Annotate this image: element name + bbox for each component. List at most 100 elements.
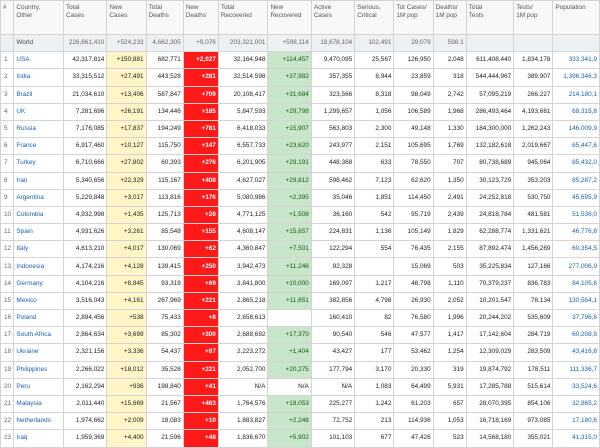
population-link[interactable]: 130,564,1 — [569, 297, 597, 304]
column-header[interactable]: New Deaths — [182, 0, 219, 35]
column-header[interactable]: Active Cases — [310, 0, 356, 35]
column-header[interactable]: Deaths/1M pop — [432, 0, 467, 35]
cell-deaths-1m: 1,330 — [432, 119, 467, 139]
country-link[interactable]: Brazil — [16, 91, 32, 98]
country-link[interactable]: Philippines — [16, 366, 47, 373]
column-header[interactable]: Total Cases — [62, 0, 108, 35]
country-link[interactable]: Netherlands — [16, 417, 50, 424]
cell-total-deaths: 115,750 — [145, 137, 184, 156]
cell-num: 8 — [0, 171, 15, 190]
cell-new-cases: +3,699 — [106, 326, 147, 345]
column-header[interactable]: Total Deaths — [145, 0, 184, 35]
cell-tests-1m: 481,581 — [513, 205, 554, 225]
country-link[interactable]: Spain — [16, 228, 32, 235]
cell-total-recovered: 2,688,692 — [217, 326, 269, 345]
cell-new-deaths: +276 — [182, 154, 219, 173]
population-link[interactable]: 33,524,6 — [572, 383, 597, 390]
population-link[interactable]: 214,180,1 — [569, 91, 597, 98]
population-link[interactable]: 17,180,6 — [572, 417, 597, 424]
cell-active: 323,566 — [310, 85, 356, 104]
population-link[interactable]: 277,006,9 — [569, 263, 597, 270]
population-link[interactable]: 333,341,9 — [569, 56, 597, 63]
country-link[interactable]: Iraq — [16, 434, 27, 441]
cell-deaths-1m: 503 — [432, 257, 467, 276]
cell-new-cases: +4,400 — [106, 429, 147, 448]
cell-total-cases: 6,710,666 — [62, 154, 108, 173]
column-header[interactable]: Total Tests — [465, 0, 515, 35]
cell-new-recovered: +15,907 — [267, 119, 312, 139]
population-link[interactable]: 41,315,0 — [572, 434, 597, 441]
cell-total-recovered: 4,608,147 — [217, 223, 269, 242]
cell-cases-1m: 76,435 — [393, 240, 434, 259]
population-link[interactable]: 1,396,346,3 — [563, 73, 597, 80]
cell-serious: 2,151 — [354, 137, 395, 156]
country-link[interactable]: Colombia — [16, 211, 43, 218]
population-link[interactable]: 43,416,6 — [572, 348, 597, 355]
country-link[interactable]: Mexico — [16, 297, 36, 304]
cell-num: 1 — [0, 51, 15, 70]
cell-total-recovered: 32,514,598 — [217, 68, 269, 87]
cell-active: 36,160 — [310, 205, 356, 225]
cell-population: 65,447,6 — [552, 137, 600, 156]
cell-active: 169,097 — [310, 274, 356, 293]
country-link[interactable]: Peru — [16, 383, 30, 390]
population-link[interactable]: 60,208,9 — [572, 331, 597, 338]
column-header[interactable]: New Recovered — [267, 0, 312, 35]
population-link[interactable]: 84,105,6 — [572, 280, 597, 287]
country-link[interactable]: South Africa — [16, 331, 50, 338]
cell-total-recovered: 1,883,827 — [217, 412, 269, 431]
population-link[interactable]: 85,432,0 — [572, 159, 597, 166]
population-link[interactable]: 37,796,6 — [572, 314, 597, 321]
column-header[interactable]: # — [0, 0, 15, 35]
population-link[interactable]: 85,287,2 — [572, 177, 597, 184]
cell-population: 85,287,2 — [552, 171, 600, 190]
country-link[interactable]: Ukraine — [16, 348, 38, 355]
cell-active: 357,355 — [310, 68, 356, 87]
cell-tests: 286,493,464 — [465, 102, 515, 121]
column-header[interactable]: Tests/1M pop — [513, 0, 554, 35]
country-link[interactable]: France — [16, 142, 36, 149]
column-header[interactable]: Tot Cases/1M pop — [393, 0, 434, 35]
cell-new-recovered: +17,370 — [267, 326, 312, 345]
cell-tests-1m: 355,021 — [513, 429, 554, 448]
country-link[interactable]: UK — [16, 108, 25, 115]
country-link[interactable]: USA — [16, 56, 29, 63]
country-link[interactable]: Russia — [16, 125, 36, 132]
population-link[interactable]: 68,315,8 — [572, 108, 597, 115]
country-link[interactable]: Iran — [16, 177, 27, 184]
column-header[interactable]: Total Recovered — [217, 0, 269, 35]
cell-total-deaths: 75,433 — [145, 308, 184, 328]
column-header[interactable]: Country, Other — [13, 0, 64, 35]
country-link[interactable]: Germany — [16, 280, 42, 287]
cell-total-cases: 4,613,210 — [62, 240, 108, 259]
population-link[interactable]: 45,695,9 — [572, 194, 597, 201]
population-link[interactable]: 65,447,6 — [572, 142, 597, 149]
country-link[interactable]: Argentina — [16, 194, 43, 201]
country-link[interactable]: India — [16, 73, 30, 80]
country-link[interactable]: Indonesia — [16, 263, 44, 270]
column-header[interactable]: New Cases — [106, 0, 147, 35]
cell-tests-1m: 535,609 — [513, 308, 554, 328]
cell-deaths-1m: 2,155 — [432, 240, 467, 259]
cell-active: 101,103 — [310, 429, 356, 448]
cell-tests-1m: 530,750 — [513, 188, 554, 207]
population-link[interactable]: 60,354,5 — [572, 245, 597, 252]
country-link[interactable]: Malaysia — [16, 400, 41, 407]
country-link[interactable]: Poland — [16, 314, 36, 321]
country-link[interactable]: Italy — [16, 245, 28, 252]
population-link[interactable]: 146,009,9 — [569, 125, 597, 132]
cell-total-deaths: 18,083 — [145, 412, 184, 431]
population-link[interactable]: 32,865,2 — [572, 400, 597, 407]
column-header[interactable]: Serious, Critical — [354, 0, 395, 35]
population-link[interactable]: 46,776,6 — [572, 228, 597, 235]
cell-population: 277,006,9 — [552, 257, 600, 276]
country-link[interactable]: Turkey — [16, 159, 35, 166]
cell-total-deaths: 60,393 — [145, 154, 184, 173]
cell-tests: 12,309,029 — [465, 343, 515, 362]
cell-new-deaths: +221 — [182, 291, 219, 311]
cell-serious: 102,491 — [354, 33, 395, 53]
column-header[interactable]: Population — [552, 0, 600, 35]
population-link[interactable]: 51,536,0 — [572, 211, 597, 218]
population-link[interactable]: 111,336,7 — [570, 366, 597, 373]
cell-population — [552, 33, 600, 53]
